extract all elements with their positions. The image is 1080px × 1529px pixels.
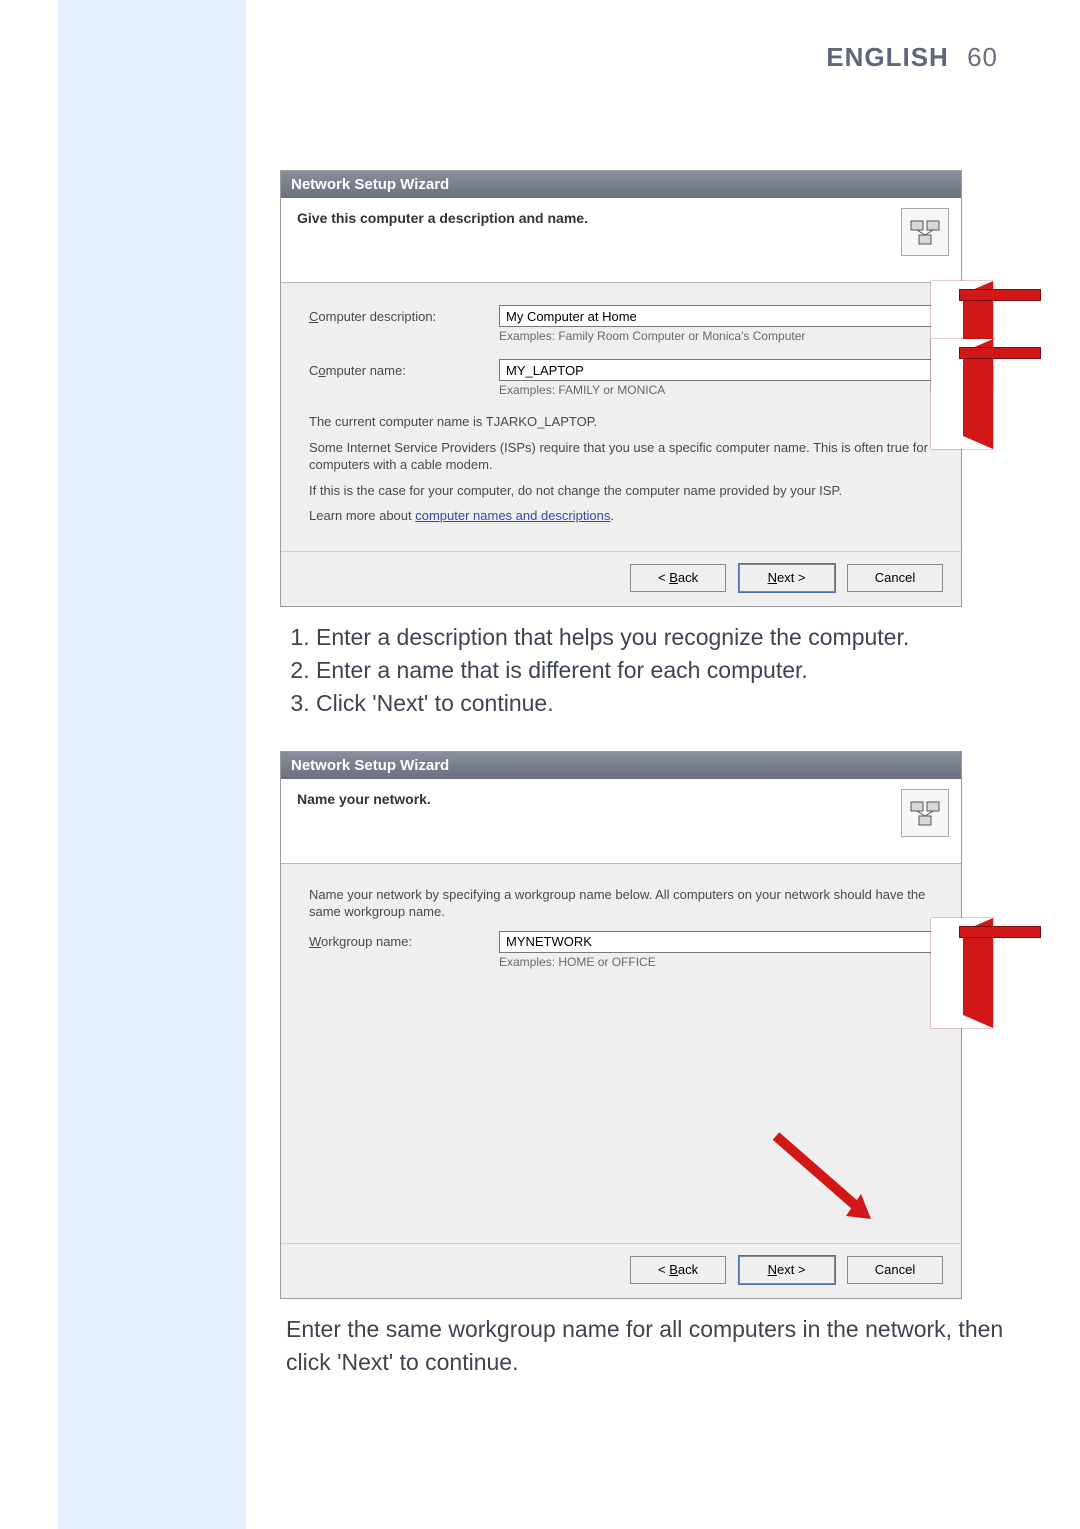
workgroup-intro: Name your network by specifying a workgr… bbox=[309, 886, 933, 921]
computer-description-hint: Examples: Family Room Computer or Monica… bbox=[499, 329, 933, 343]
callout-arrow-workgroup bbox=[931, 918, 1041, 944]
computer-name-hint: Examples: FAMILY or MONICA bbox=[499, 383, 933, 397]
step-2: Enter a name that is different for each … bbox=[316, 654, 1030, 687]
computer-name-input[interactable] bbox=[499, 359, 933, 381]
wizard-heading-area: Name your network. bbox=[281, 779, 961, 864]
next-button[interactable]: Next > bbox=[739, 564, 835, 592]
current-name-line: The current computer name is TJARKO_LAPT… bbox=[309, 413, 933, 431]
isp-note-1: Some Internet Service Providers (ISPs) r… bbox=[309, 439, 933, 474]
callout-arrow-next bbox=[761, 1124, 881, 1224]
wizard-body: Name your network by specifying a workgr… bbox=[281, 864, 961, 1243]
wizard-titlebar: Network Setup Wizard bbox=[281, 171, 961, 198]
wizard-heading-area: Give this computer a description and nam… bbox=[281, 198, 961, 283]
header-language: ENGLISH bbox=[826, 42, 949, 72]
workgroup-name-hint: Examples: HOME or OFFICE bbox=[499, 955, 933, 969]
header-page-number: 60 bbox=[967, 42, 998, 72]
back-button[interactable]: < Back bbox=[630, 564, 726, 592]
wizard-heading: Name your network. bbox=[297, 791, 431, 807]
computer-description-input[interactable] bbox=[499, 305, 933, 327]
isp-note-2: If this is the case for your computer, d… bbox=[309, 482, 933, 500]
next-button[interactable]: Next > bbox=[739, 1256, 835, 1284]
page-content: Network Setup Wizard Give this computer … bbox=[280, 170, 1030, 1380]
footer-note: Enter the same workgroup name for all co… bbox=[286, 1313, 1006, 1380]
wizard-buttons: < Back Next > Cancel bbox=[281, 551, 961, 606]
instruction-list: Enter a description that helps you recog… bbox=[286, 621, 1030, 721]
wizard-heading: Give this computer a description and nam… bbox=[297, 210, 588, 226]
network-setup-icon bbox=[901, 789, 949, 837]
computer-description-label: Computer description: bbox=[309, 309, 499, 324]
workgroup-name-input[interactable] bbox=[499, 931, 933, 953]
margin-strip bbox=[58, 0, 246, 1529]
back-button[interactable]: < Back bbox=[630, 1256, 726, 1284]
learn-more-suffix: . bbox=[610, 508, 614, 523]
wizard-body: Computer description: Examples: Family R… bbox=[281, 283, 961, 551]
network-setup-wizard-2: Network Setup Wizard Name your network. … bbox=[280, 751, 962, 1299]
learn-more-line: Learn more about computer names and desc… bbox=[309, 507, 933, 525]
cancel-button[interactable]: Cancel bbox=[847, 1256, 943, 1284]
workgroup-name-label: Workgroup name: bbox=[309, 934, 499, 949]
callout-arrow-description bbox=[931, 281, 1041, 307]
wizard-buttons: < Back Next > Cancel bbox=[281, 1243, 961, 1298]
network-setup-wizard-1: Network Setup Wizard Give this computer … bbox=[280, 170, 962, 607]
step-1: Enter a description that helps you recog… bbox=[316, 621, 1030, 654]
page-header: ENGLISH 60 bbox=[826, 42, 998, 73]
cancel-button[interactable]: Cancel bbox=[847, 564, 943, 592]
learn-more-link[interactable]: computer names and descriptions bbox=[415, 508, 610, 523]
learn-more-prefix: Learn more about bbox=[309, 508, 415, 523]
wizard-titlebar: Network Setup Wizard bbox=[281, 752, 961, 779]
step-3: Click 'Next' to continue. bbox=[316, 687, 1030, 720]
computer-name-label: Computer name: bbox=[309, 363, 499, 378]
network-setup-icon bbox=[901, 208, 949, 256]
callout-arrow-name bbox=[931, 339, 1041, 365]
